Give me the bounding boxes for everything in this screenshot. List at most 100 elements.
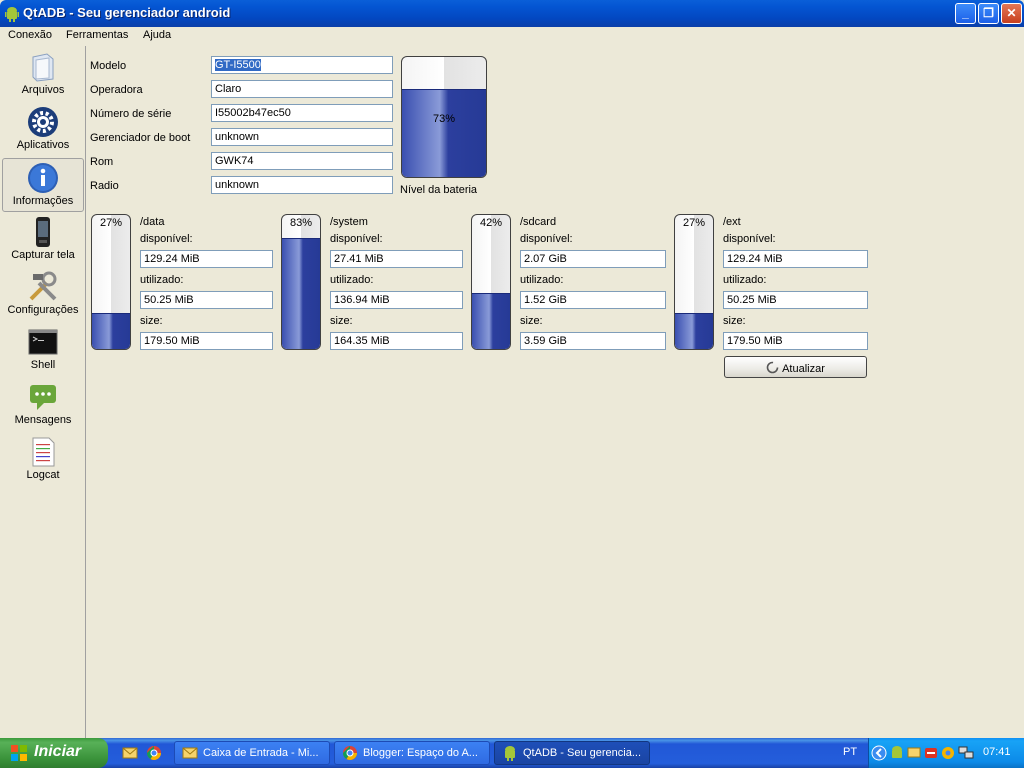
battery-label: Nível da bateria [400, 184, 478, 196]
ext-size-field[interactable]: 179.50 MiB [723, 332, 868, 350]
label-gerenciador-boot: Gerenciador de boot [90, 132, 191, 144]
chrome-quicklaunch-icon[interactable] [146, 745, 162, 761]
android-tray-icon[interactable] [890, 745, 904, 761]
android-icon [505, 746, 515, 761]
task-label: Caixa de Entrada - Mi... [203, 747, 319, 759]
data-percent: 27% [99, 217, 123, 229]
sidebar-item-label: Configurações [7, 304, 79, 316]
system-size-label: size: [330, 315, 353, 327]
taskbar: Iniciar Caixa de Entrada - Mi... Blogger… [0, 738, 1024, 768]
task-label: QtADB - Seu gerencia... [523, 747, 641, 759]
sdcard-used-field[interactable]: 1.52 GiB [520, 291, 666, 309]
menu-ferramentas[interactable]: Ferramentas [66, 29, 128, 41]
sdcard-size-field[interactable]: 3.59 GiB [520, 332, 666, 350]
alert-tray-icon[interactable] [924, 746, 938, 760]
data-available-field[interactable]: 129.24 MiB [140, 250, 273, 268]
ext-available-label: disponível: [723, 233, 776, 245]
mail-quicklaunch-icon[interactable] [122, 745, 138, 761]
sidebar-item-label: Mensagens [14, 414, 72, 426]
radio-field[interactable]: unknown [211, 176, 393, 194]
system-fill [282, 237, 320, 349]
task-qtadb[interactable]: QtADB - Seu gerencia... [494, 741, 650, 765]
system-available-label: disponível: [330, 233, 383, 245]
message-icon [30, 385, 56, 410]
label-operadora: Operadora [90, 84, 143, 96]
folder-icon [32, 53, 54, 82]
sdcard-used-label: utilizado: [520, 274, 564, 286]
task-blogger[interactable]: Blogger: Espaço do A... [334, 741, 490, 765]
log-icon [32, 437, 55, 467]
sdcard-gauge: 42% [471, 214, 511, 350]
sidebar-item-capturar-tela[interactable]: Capturar tela [2, 213, 84, 267]
close-button[interactable]: ✕ [1001, 3, 1022, 24]
system-available-field[interactable]: 27.41 MiB [330, 250, 463, 268]
menu-ajuda[interactable]: Ajuda [143, 29, 171, 41]
language-indicator[interactable]: PT [843, 746, 857, 758]
sdcard-available-field[interactable]: 2.07 GiB [520, 250, 666, 268]
rom-field[interactable]: GWK74 [211, 152, 393, 170]
sidebar-item-configuracoes[interactable]: Configurações [2, 268, 84, 322]
data-used-field[interactable]: 50.25 MiB [140, 291, 273, 309]
system-used-label: utilizado: [330, 274, 374, 286]
sdcard-available-label: disponível: [520, 233, 573, 245]
start-button[interactable]: Iniciar [0, 738, 108, 768]
battery-fill [402, 89, 486, 177]
system-name-label: /system [330, 216, 368, 228]
gerenciador-boot-field[interactable]: unknown [211, 128, 393, 146]
sidebar-item-arquivos[interactable]: Arquivos [2, 48, 84, 102]
sidebar: Arquivos Aplicativos Informações Captura… [0, 46, 86, 738]
sdcard-size-label: size: [520, 315, 543, 327]
ext-fill [675, 312, 713, 349]
ext-name-label: /ext [723, 216, 741, 228]
sidebar-item-label: Logcat [26, 469, 60, 481]
task-label: Blogger: Espaço do A... [363, 747, 478, 759]
chrome-tray-icon[interactable] [941, 746, 955, 760]
tray-expand-icon[interactable] [871, 745, 887, 761]
system-percent: 83% [289, 217, 313, 229]
sidebar-item-aplicativos[interactable]: Aplicativos [2, 103, 84, 157]
label-modelo: Modelo [90, 60, 127, 72]
menu-conexao[interactable]: Conexão [8, 29, 52, 41]
network-tray-icon[interactable] [958, 746, 974, 760]
ext-available-field[interactable]: 129.24 MiB [723, 250, 868, 268]
title-bar[interactable]: QtADB - Seu gerenciador android _ ❐ ✕ [0, 0, 1024, 27]
system-used-field[interactable]: 136.94 MiB [330, 291, 463, 309]
sidebar-item-label: Shell [30, 359, 56, 371]
refresh-button[interactable]: Atualizar [724, 356, 867, 378]
info-icon [28, 163, 58, 193]
sidebar-item-label: Capturar tela [11, 249, 75, 261]
ext-percent: 27% [682, 217, 706, 229]
sdcard-percent: 42% [479, 217, 503, 229]
maximize-button[interactable]: ❐ [978, 3, 999, 24]
ext-used-field[interactable]: 50.25 MiB [723, 291, 868, 309]
sdcard-fill [472, 292, 510, 349]
sidebar-item-label: Informações [12, 195, 74, 207]
ext-size-label: size: [723, 315, 746, 327]
start-label: Iniciar [34, 743, 82, 760]
modelo-field[interactable]: GT-I5500 [211, 56, 393, 74]
clock[interactable]: 07:41 [983, 746, 1011, 758]
terminal-icon [28, 329, 58, 355]
data-size-label: size: [140, 315, 163, 327]
sidebar-item-label: Arquivos [21, 84, 65, 96]
ext-gauge: 27% [674, 214, 714, 350]
system-size-field[interactable]: 164.35 MiB [330, 332, 463, 350]
android-icon [5, 7, 19, 22]
data-size-field[interactable]: 179.50 MiB [140, 332, 273, 350]
operadora-field[interactable]: Claro [211, 80, 393, 98]
phone-icon [36, 217, 50, 247]
task-mail[interactable]: Caixa de Entrada - Mi... [174, 741, 330, 765]
label-radio: Radio [90, 180, 119, 192]
refresh-icon [766, 361, 779, 374]
sidebar-item-shell[interactable]: Shell [2, 323, 84, 377]
minimize-button[interactable]: _ [955, 3, 976, 24]
sdcard-name-label: /sdcard [520, 216, 557, 228]
sidebar-item-mensagens[interactable]: Mensagens [2, 378, 84, 432]
numero-serie-field[interactable]: I55002b47ec50 [211, 104, 393, 122]
mail-tray-icon[interactable] [907, 746, 921, 760]
data-used-label: utilizado: [140, 274, 184, 286]
sidebar-item-informacoes[interactable]: Informações [2, 158, 84, 212]
data-fill [92, 312, 130, 349]
sidebar-item-logcat[interactable]: Logcat [2, 433, 84, 487]
system-tray: 07:41 [868, 738, 1024, 768]
